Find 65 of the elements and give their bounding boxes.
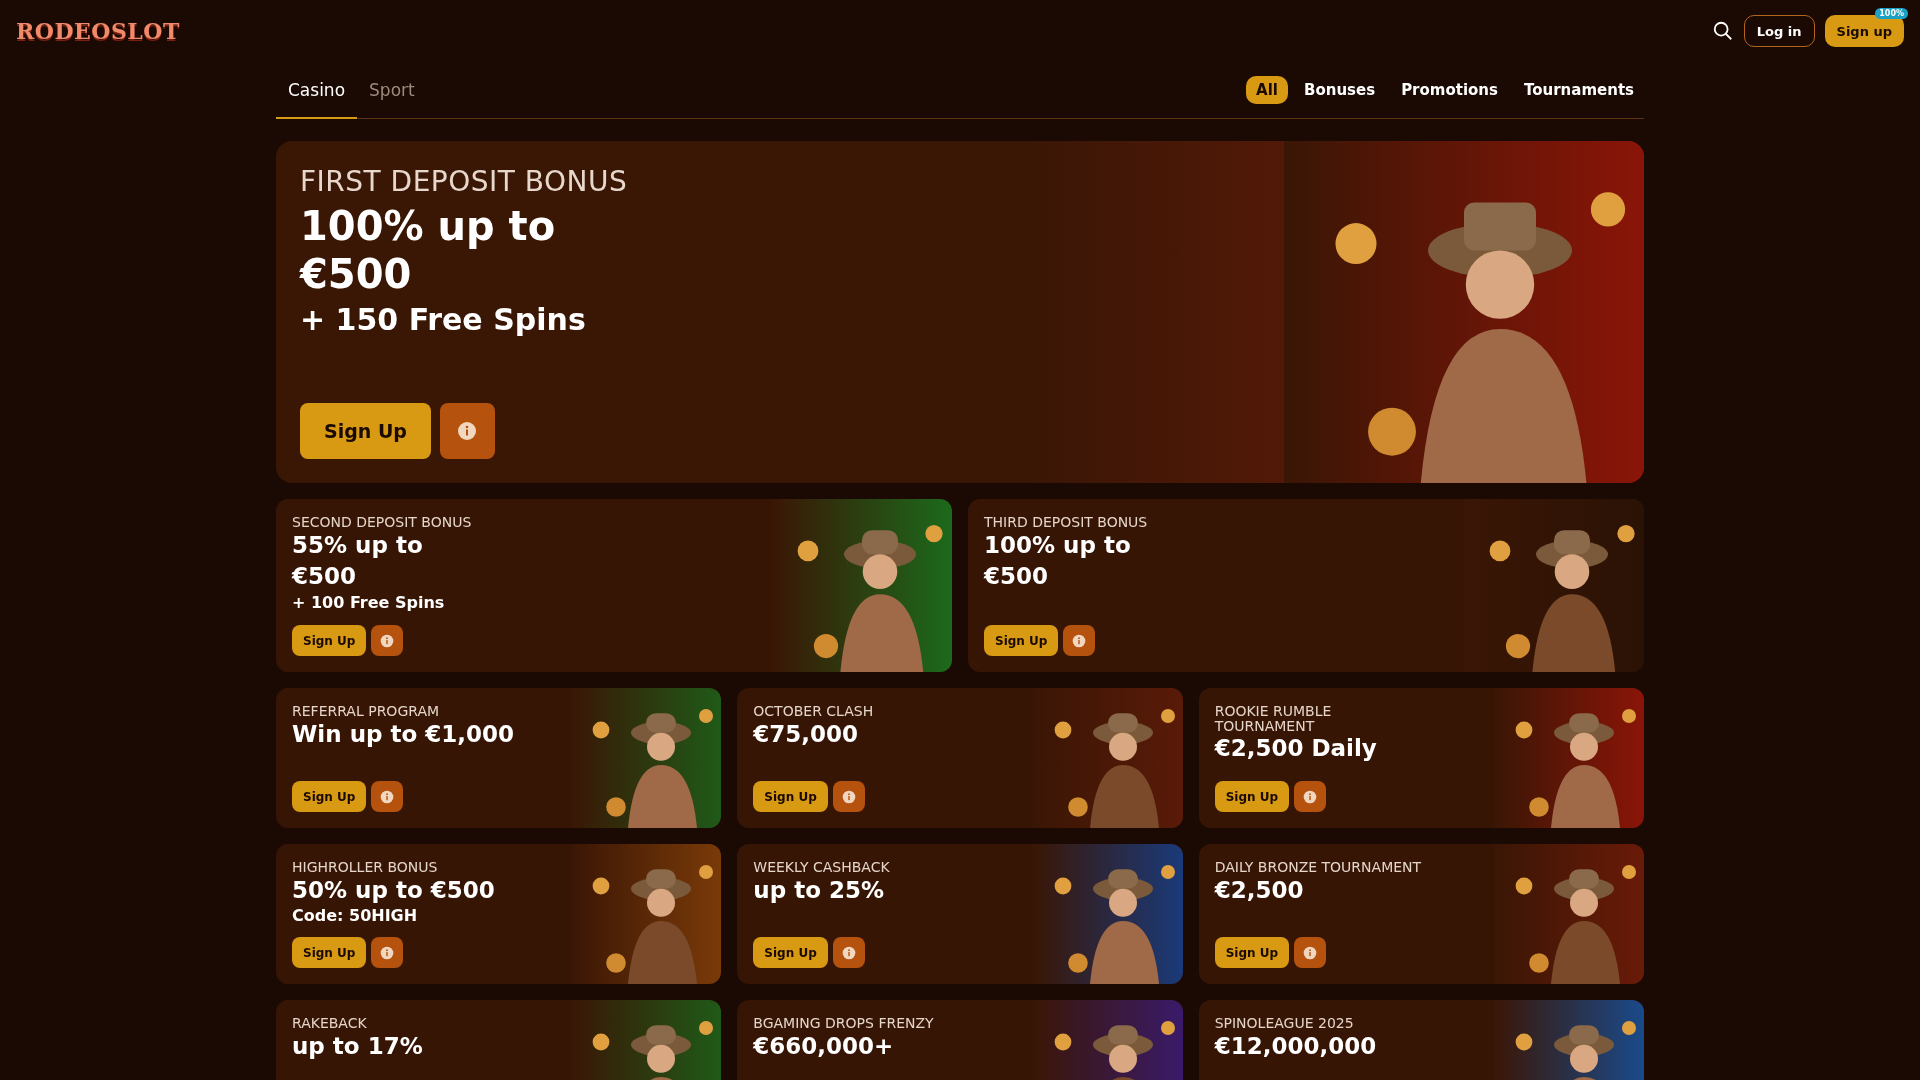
promo-title: 50% up to €500 (292, 875, 496, 905)
promo-title: Win up to €1,000 (292, 719, 516, 749)
info-button[interactable] (1063, 625, 1096, 656)
promo-subtitle: Code: 50HIGH (292, 906, 419, 926)
signup-button[interactable]: Sign Up (984, 625, 1059, 656)
filter-pill[interactable]: All (1246, 76, 1288, 104)
promo-title: up to 17% (292, 1031, 424, 1061)
signup-button[interactable]: Sign up (1824, 15, 1904, 47)
promo-category: REFERRAL PROGRAM (292, 704, 441, 719)
hero-subtitle: + 150 Free Spins (300, 302, 587, 337)
promo-category: THIRD DEPOSIT BONUS (984, 515, 1149, 530)
info-button[interactable] (832, 781, 865, 812)
signup-button[interactable]: Sign Up (1214, 781, 1290, 812)
promo-category: ROOKIE RUMBLE TOURNAMENT (1214, 704, 1333, 734)
category-tab[interactable]: Sport (357, 62, 427, 119)
info-button[interactable] (371, 937, 404, 968)
promo-category: HIGHROLLER BONUS (292, 860, 439, 875)
info-button[interactable] (371, 625, 404, 656)
signup-button[interactable]: Sign Up (753, 937, 828, 968)
promo-category: WEEKLY CASHBACK (753, 860, 891, 875)
promo-category: SECOND DEPOSIT BONUS (292, 515, 473, 530)
signup-button[interactable]: Sign Up (292, 625, 367, 656)
info-icon (841, 789, 856, 804)
info-icon (1303, 789, 1318, 804)
info-icon (1072, 633, 1087, 648)
promo-title: €2,500 (1214, 875, 1305, 905)
info-button[interactable] (1294, 781, 1327, 812)
promo-category: DAILY BRONZE TOURNAMENT (1214, 860, 1423, 875)
promo-category: OCTOBER CLASH (753, 704, 875, 719)
info-button[interactable] (832, 937, 865, 968)
info-icon (380, 945, 395, 960)
bonus-badge: 100% (1875, 8, 1908, 19)
info-button[interactable] (439, 403, 495, 459)
filter-pill[interactable]: Bonuses (1294, 76, 1386, 104)
signup-button[interactable]: Sign Up (292, 937, 367, 968)
signup-button[interactable]: Sign Up (292, 781, 367, 812)
promo-title: 55% up to €500 (292, 530, 424, 592)
hero-eyebrow: FIRST DEPOSIT BONUS (300, 165, 628, 198)
promo-subtitle: + 100 Free Spins (292, 593, 446, 613)
promo-title: €12,000,000 (1214, 1031, 1378, 1061)
promo-category: BGAMING DROPS FRENZY (753, 1016, 935, 1031)
promo-title: €660,000+ (753, 1031, 895, 1061)
info-icon (1303, 945, 1318, 960)
login-button[interactable]: Log in (1743, 15, 1815, 47)
info-button[interactable] (1294, 937, 1327, 968)
promo-category: SPINOLEAGUE 2025 (1214, 1016, 1355, 1031)
filter-pill[interactable]: Promotions (1391, 76, 1508, 104)
signup-button[interactable]: Sign Up (753, 781, 828, 812)
category-tab[interactable]: Casino (276, 62, 358, 119)
info-button[interactable] (371, 781, 404, 812)
signup-button[interactable]: Sign Up (300, 403, 431, 459)
promo-category: RAKEBACK (292, 1016, 368, 1031)
info-icon (380, 633, 395, 648)
info-icon (841, 945, 856, 960)
promo-title: €2,500 Daily (1214, 734, 1378, 764)
logo[interactable]: RODEOSLOT (16, 18, 180, 44)
hero-title: 100% up to €500 (300, 202, 557, 298)
promo-title: up to 25% (753, 875, 886, 905)
promo-title: 100% up to €500 (984, 530, 1132, 592)
promo-title: €75,000 (753, 719, 860, 749)
info-icon (380, 789, 395, 804)
signup-button[interactable]: Sign Up (1214, 937, 1290, 968)
search-icon[interactable] (1711, 20, 1734, 42)
filter-pill[interactable]: Tournaments (1514, 76, 1644, 104)
info-icon (457, 421, 478, 441)
